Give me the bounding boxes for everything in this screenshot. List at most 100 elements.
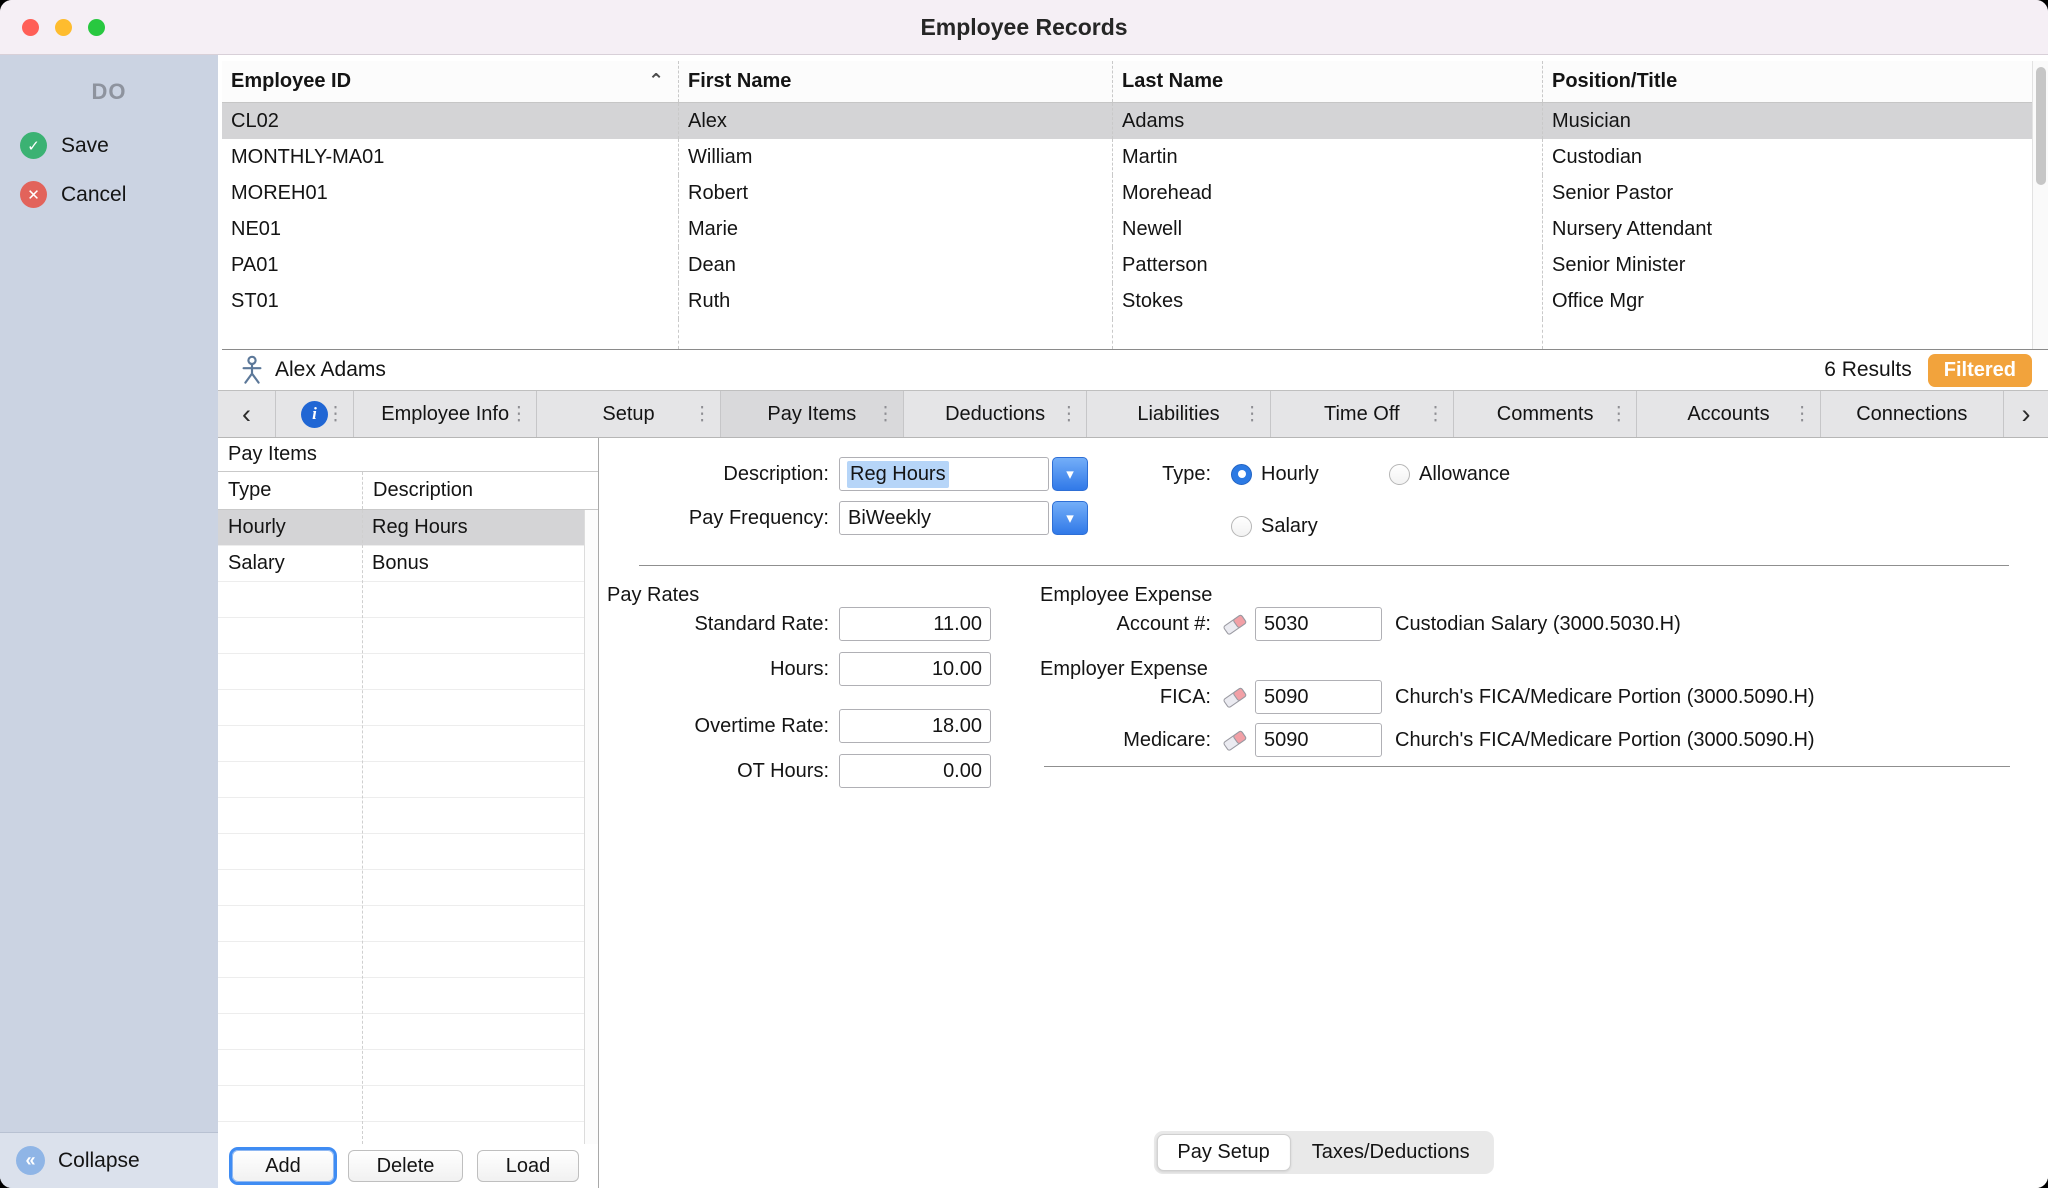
load-button[interactable]: Load [477, 1150, 579, 1182]
tab-accounts[interactable]: Accounts ⋮ [1637, 391, 1820, 437]
detail-bottom-tabs: Pay Setup Taxes/Deductions [1153, 1131, 1493, 1174]
pay-items-panel-title: Pay Items [218, 438, 598, 472]
account-lookup-icon[interactable] [1215, 612, 1255, 636]
hours-input[interactable] [839, 652, 991, 686]
tab-comments[interactable]: Comments ⋮ [1454, 391, 1637, 437]
pay-items-panel: Pay Items Type Description Hourly Reg Ho… [218, 438, 599, 1188]
tab-employee-info[interactable]: Employee Info ⋮ [354, 391, 537, 437]
tab-taxes-deductions[interactable]: Taxes/Deductions [1291, 1134, 1491, 1171]
tab-liabilities[interactable]: Liabilities ⋮ [1087, 391, 1270, 437]
pay-rates-title: Pay Rates [607, 584, 699, 607]
pay-item-detail: Description: Reg Hours ▾ Pay Frequency: … [599, 438, 2048, 1188]
column-header-position[interactable]: Position/Title [1542, 61, 2032, 102]
scrollbar-thumb[interactable] [2036, 67, 2046, 185]
grip-icon[interactable]: ⋮ [1059, 403, 1078, 426]
ot-hours-input[interactable] [839, 754, 991, 788]
save-label: Save [61, 134, 109, 158]
tab-label: Connections [1856, 403, 1967, 426]
grip-icon[interactable]: ⋮ [326, 403, 345, 426]
pay-item-row[interactable]: Hourly Reg Hours [218, 510, 584, 546]
cell-position: Custodian [1542, 139, 2032, 175]
column-header-last-name[interactable]: Last Name [1112, 61, 1542, 102]
close-window-button[interactable] [22, 19, 39, 36]
tab-info[interactable]: i ⋮ [276, 391, 354, 437]
column-label: First Name [688, 70, 791, 93]
grip-icon[interactable]: ⋮ [509, 403, 528, 426]
results-count: 6 Results [1824, 358, 1912, 382]
tab-pay-items[interactable]: Pay Items ⋮ [721, 391, 904, 437]
cell-first-name: Robert [678, 175, 1112, 211]
radio-hourly[interactable] [1231, 464, 1252, 485]
table-scrollbar[interactable] [2032, 61, 2048, 349]
radio-allowance[interactable] [1389, 464, 1410, 485]
add-button[interactable]: Add [232, 1150, 334, 1182]
description-input[interactable]: Reg Hours [839, 457, 1049, 491]
account-lookup-icon[interactable] [1215, 728, 1255, 752]
main-area: Employee ID ⌃ First Name Last Name Posit… [218, 55, 2048, 1188]
minimize-window-button[interactable] [55, 19, 72, 36]
fica-account-input[interactable] [1255, 680, 1382, 714]
zoom-window-button[interactable] [88, 19, 105, 36]
tabs-scroll-left-button[interactable]: ‹ [218, 391, 276, 437]
grip-icon[interactable]: ⋮ [1243, 403, 1262, 426]
grip-icon[interactable]: ⋮ [1793, 403, 1812, 426]
cancel-label: Cancel [61, 183, 126, 207]
delete-button[interactable]: Delete [348, 1150, 463, 1182]
chevron-right-icon: › [2021, 399, 2030, 430]
column-header-type[interactable]: Type [218, 472, 362, 509]
account-number-input[interactable] [1255, 607, 1382, 641]
grip-icon[interactable]: ⋮ [1426, 403, 1445, 426]
pay-frequency-dropdown-button[interactable]: ▾ [1052, 501, 1088, 535]
cancel-button[interactable]: ✕ Cancel [0, 170, 218, 219]
empty-cell [222, 319, 678, 349]
collapse-button[interactable]: « Collapse [0, 1132, 218, 1188]
table-row[interactable]: ST01 Ruth Stokes Office Mgr [222, 283, 2032, 319]
account-lookup-icon[interactable] [1215, 685, 1255, 709]
tab-connections[interactable]: Connections [1821, 391, 2004, 437]
sidebar-spacer [0, 219, 218, 1132]
medicare-account-input[interactable] [1255, 723, 1382, 757]
tab-deductions[interactable]: Deductions ⋮ [904, 391, 1087, 437]
cell-position: Office Mgr [1542, 283, 2032, 319]
grip-icon[interactable]: ⋮ [693, 403, 712, 426]
cell-last-name: Morehead [1112, 175, 1542, 211]
column-header-employee-id[interactable]: Employee ID ⌃ [222, 61, 678, 102]
employer-expense-title: Employer Expense [1040, 658, 1208, 681]
table-row[interactable]: MOREH01 Robert Morehead Senior Pastor [222, 175, 2032, 211]
list-scrollbar[interactable] [584, 510, 598, 1144]
check-icon: ✓ [20, 132, 47, 159]
cell-first-name: Alex [678, 103, 1112, 139]
tabs-scroll-right-button[interactable]: › [2004, 391, 2048, 437]
tab-label: Time Off [1324, 403, 1400, 426]
collapse-label: Collapse [58, 1149, 140, 1173]
pay-frequency-input[interactable] [839, 501, 1049, 535]
description-dropdown-button[interactable]: ▾ [1052, 457, 1088, 491]
cell-employee-id: MOREH01 [222, 175, 678, 211]
table-empty-area [222, 319, 2032, 349]
column-header-description[interactable]: Description [362, 472, 598, 509]
grip-icon[interactable]: ⋮ [1609, 403, 1628, 426]
tab-time-off[interactable]: Time Off ⋮ [1271, 391, 1454, 437]
column-header-first-name[interactable]: First Name [678, 61, 1112, 102]
grip-icon[interactable]: ⋮ [876, 403, 895, 426]
list-empty-area [218, 582, 584, 1144]
table-row[interactable]: CL02 Alex Adams Musician [222, 103, 2032, 139]
table-row[interactable]: NE01 Marie Newell Nursery Attendant [222, 211, 2032, 247]
fica-label: FICA: [1044, 686, 1211, 709]
medicare-account-description: Church's FICA/Medicare Portion (3000.509… [1395, 729, 1815, 752]
divider [1044, 766, 2010, 767]
table-row[interactable]: MONTHLY-MA01 William Martin Custodian [222, 139, 2032, 175]
standard-rate-input[interactable] [839, 607, 991, 641]
radio-salary[interactable] [1231, 516, 1252, 537]
tab-setup[interactable]: Setup ⋮ [537, 391, 720, 437]
filtered-badge[interactable]: Filtered [1928, 354, 2032, 387]
table-row[interactable]: PA01 Dean Patterson Senior Minister [222, 247, 2032, 283]
cell-employee-id: ST01 [222, 283, 678, 319]
window-title: Employee Records [920, 14, 1127, 41]
pay-item-row[interactable]: Salary Bonus [218, 546, 584, 582]
tab-pay-setup[interactable]: Pay Setup [1156, 1134, 1290, 1171]
tab-label: Accounts [1687, 403, 1769, 426]
overtime-rate-input[interactable] [839, 709, 991, 743]
standard-rate-label: Standard Rate: [599, 613, 829, 636]
save-button[interactable]: ✓ Save [0, 121, 218, 170]
